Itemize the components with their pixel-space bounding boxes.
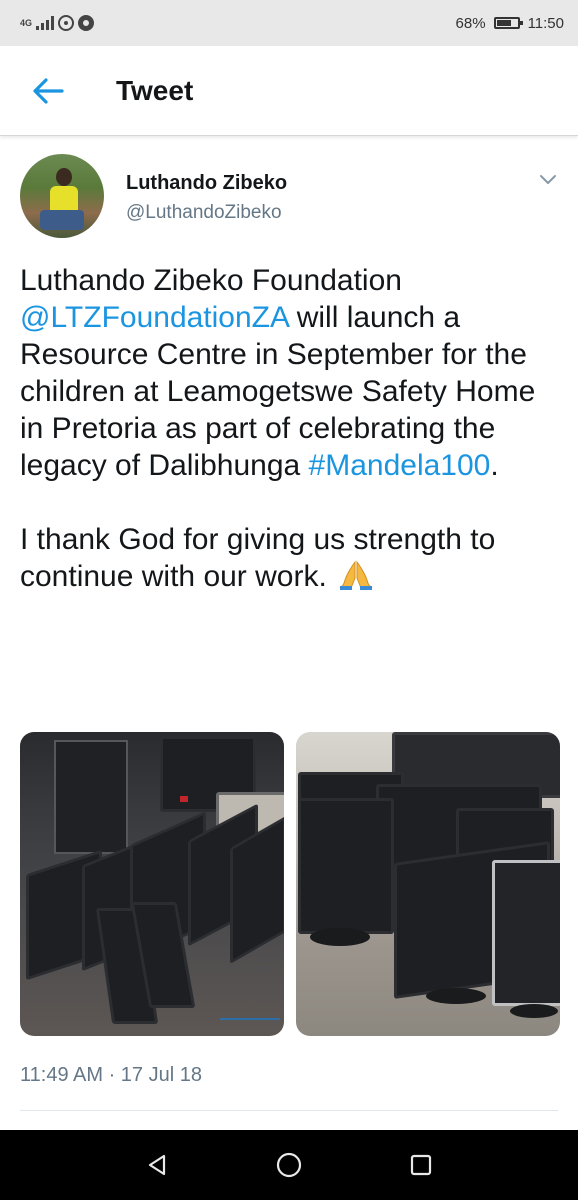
arrow-left-icon: [33, 77, 64, 104]
avatar[interactable]: [20, 154, 104, 238]
nav-home-button[interactable]: [271, 1147, 307, 1183]
status-right: 68% 11:50: [456, 15, 564, 32]
app-header: Tweet: [0, 46, 578, 136]
folded-hands-icon: [339, 560, 373, 599]
tweet-media: [20, 732, 560, 1036]
tweet-text: Luthando Zibeko Foundation @LTZFoundatio…: [20, 262, 560, 599]
tweet-text-segment: I thank God for giving us strength to co…: [20, 523, 496, 593]
tweet-paragraph-2: I thank God for giving us strength to co…: [20, 521, 560, 599]
tweet-paragraph-1: Luthando Zibeko Foundation @LTZFoundatio…: [20, 262, 560, 484]
tweet-text-segment: Luthando Zibeko Foundation: [20, 264, 402, 297]
tweet-photo-2[interactable]: [296, 732, 560, 1036]
author-name[interactable]: Luthando Zibeko: [126, 172, 287, 195]
battery-percent: 68%: [455, 14, 486, 32]
chevron-down-icon: [540, 175, 556, 184]
triangle-back-icon: [148, 1154, 166, 1176]
tweet-photo-1[interactable]: [20, 732, 284, 1036]
status-bar: 4G 68% 11:50: [0, 0, 578, 46]
mention-link[interactable]: @LTZFoundationZA: [20, 301, 288, 334]
system-nav-bar: [0, 1130, 578, 1200]
back-button[interactable]: [28, 71, 68, 111]
square-recents-icon: [410, 1154, 432, 1176]
tweet-timestamp: 11:49 AM · 17 Jul 18: [20, 1064, 202, 1086]
call-icon: [78, 15, 95, 31]
network-type: 4G: [20, 17, 33, 28]
circle-home-icon: [276, 1152, 302, 1178]
nav-back-button[interactable]: [139, 1147, 175, 1183]
clock: 11:50: [527, 14, 564, 32]
battery-icon: [493, 17, 523, 29]
battery-fill: [496, 20, 511, 26]
tweet-options-button[interactable]: [536, 168, 560, 192]
divider: [20, 1110, 558, 1111]
signal-icon: [36, 16, 55, 30]
nav-recents-button[interactable]: [403, 1147, 439, 1183]
author-handle[interactable]: @LuthandoZibeko: [126, 202, 282, 224]
status-left: 4G: [20, 15, 95, 31]
hashtag-link[interactable]: #Mandela100: [309, 449, 491, 482]
page-title: Tweet: [116, 74, 194, 106]
tweet-screen: 4G 68% 11:50 Tweet Luthando Zibeko @Luth…: [0, 0, 578, 1200]
tweet-text-segment: .: [490, 449, 499, 482]
whatsapp-icon: [58, 15, 75, 31]
tweet-author: Luthando Zibeko @LuthandoZibeko: [20, 154, 560, 240]
